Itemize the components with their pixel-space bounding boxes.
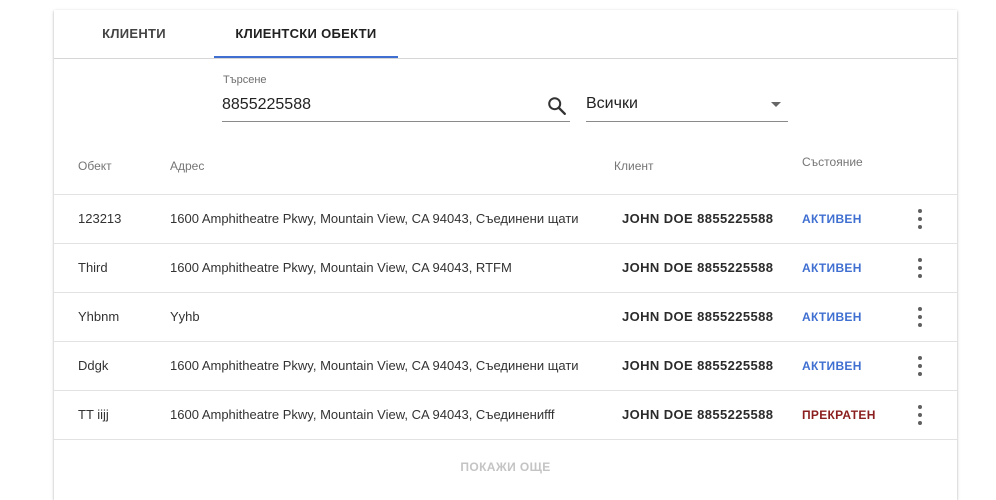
status-filter-value: Всички [586, 95, 638, 112]
cell-client: JOHN DOE 8855225588 [622, 260, 774, 275]
header-object: Обект [78, 159, 112, 173]
table-header: Обект Адрес Клиент Състояние [54, 138, 957, 195]
table-row[interactable]: Ddgk 1600 Amphitheatre Pkwy, Mountain Vi… [54, 342, 957, 391]
search-field: Търсене [222, 70, 570, 122]
cell-object: Yhbnm [78, 309, 120, 324]
load-more-button[interactable]: ПОКАЖИ ОЩЕ [54, 460, 957, 474]
more-vert-icon[interactable] [910, 207, 930, 231]
dropdown-arrow-icon [771, 102, 781, 107]
select-underline [586, 121, 788, 122]
client-objects-card: КЛИЕНТИ КЛИЕНТСКИ ОБЕКТИ Търсене Всички … [54, 10, 957, 500]
more-vert-icon[interactable] [910, 256, 930, 280]
status-badge: АКТИВЕН [802, 359, 862, 373]
status-badge: ПРЕКРАТЕН [802, 408, 876, 422]
cell-object: TT iijj [78, 407, 109, 422]
header-client: Клиент [614, 159, 654, 173]
cell-address: 1600 Amphitheatre Pkwy, Mountain View, C… [170, 260, 512, 275]
table-row[interactable]: Third 1600 Amphitheatre Pkwy, Mountain V… [54, 244, 957, 293]
more-vert-icon[interactable] [910, 354, 930, 378]
client-objects-table: Обект Адрес Клиент Състояние 123213 1600… [54, 138, 957, 440]
cell-object: Third [78, 260, 108, 275]
cell-address: Yyhb [170, 309, 200, 324]
cell-client: JOHN DOE 8855225588 [622, 309, 774, 324]
header-status: Състояние [802, 155, 863, 169]
more-vert-icon[interactable] [910, 305, 930, 329]
cell-address: 1600 Amphitheatre Pkwy, Mountain View, C… [170, 407, 555, 422]
search-label: Търсене [223, 74, 267, 86]
status-badge: АКТИВЕН [802, 261, 862, 275]
tab-client-objects[interactable]: КЛИЕНТСКИ ОБЕКТИ [214, 10, 398, 58]
status-badge: АКТИВЕН [802, 212, 862, 226]
cell-client: JOHN DOE 8855225588 [622, 211, 774, 226]
cell-client: JOHN DOE 8855225588 [622, 358, 774, 373]
cell-object: Ddgk [78, 358, 109, 373]
tab-clients[interactable]: КЛИЕНТИ [54, 10, 214, 58]
table-row[interactable]: TT iijj 1600 Amphitheatre Pkwy, Mountain… [54, 391, 957, 440]
table-row[interactable]: 123213 1600 Amphitheatre Pkwy, Mountain … [54, 195, 957, 244]
tab-bar: КЛИЕНТИ КЛИЕНТСКИ ОБЕКТИ [54, 10, 957, 59]
active-tab-indicator [214, 56, 398, 58]
cell-address: 1600 Amphitheatre Pkwy, Mountain View, C… [170, 358, 579, 373]
search-underline [222, 121, 570, 122]
search-input[interactable] [222, 94, 532, 116]
header-address: Адрес [170, 159, 205, 173]
status-filter-select[interactable]: Всички [586, 90, 788, 122]
cell-address: 1600 Amphitheatre Pkwy, Mountain View, C… [170, 211, 579, 226]
table-row[interactable]: Yhbnm Yyhb JOHN DOE 8855225588 АКТИВЕН [54, 293, 957, 342]
status-badge: АКТИВЕН [802, 310, 862, 324]
more-vert-icon[interactable] [910, 403, 930, 427]
cell-client: JOHN DOE 8855225588 [622, 407, 774, 422]
cell-object: 123213 [78, 211, 122, 226]
search-icon[interactable] [546, 95, 568, 117]
